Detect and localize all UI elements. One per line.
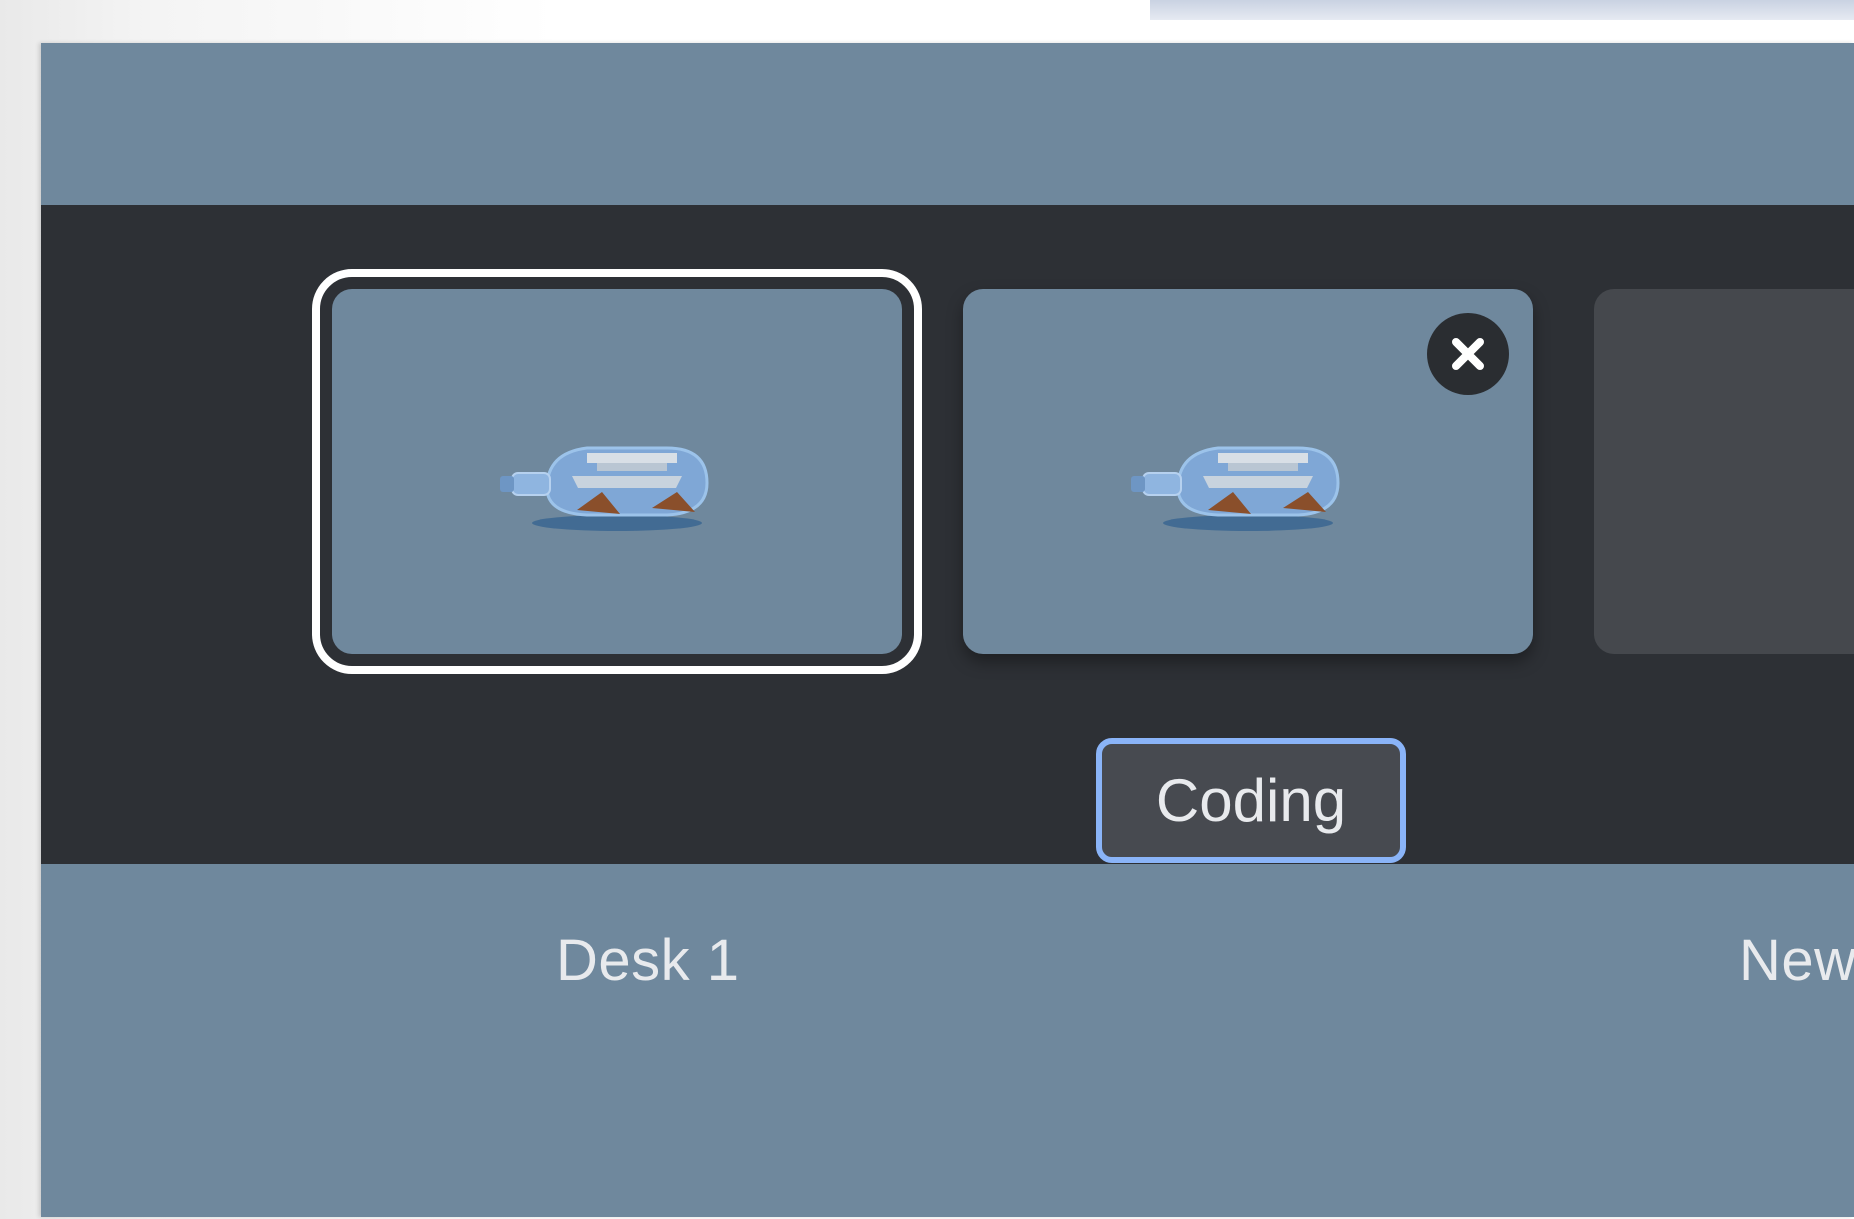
ship-in-bottle-icon xyxy=(500,446,709,531)
close-desk-button[interactable] xyxy=(1427,313,1509,395)
desk-1-label[interactable]: Desk 1 xyxy=(556,932,740,990)
desks-bar: Desk 1 Coding New xyxy=(41,205,1854,990)
window-frame: Desk 1 Coding New xyxy=(0,0,1854,1219)
top-edge-strip xyxy=(1150,0,1854,20)
desk-coding-preview[interactable] xyxy=(963,289,1533,654)
desk-1-preview[interactable] xyxy=(312,269,922,674)
desk-name-field[interactable] xyxy=(1096,738,1406,863)
ship-in-bottle-icon xyxy=(1131,446,1340,531)
desk-name-input[interactable] xyxy=(1102,766,1400,835)
screen-wallpaper: Desk 1 Coding New xyxy=(41,43,1854,1217)
new-desk-label[interactable]: New xyxy=(1739,932,1854,990)
new-desk-button[interactable] xyxy=(1594,289,1854,654)
close-icon xyxy=(1452,338,1484,370)
